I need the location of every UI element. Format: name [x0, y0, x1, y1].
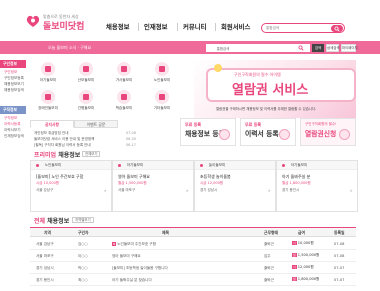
header-search-select[interactable]: 통합검색	[266, 26, 279, 31]
table-row[interactable]: 서울 마포구 이○○ 영아 돌보미 구해요 입주 월 1,500,000원 07-…	[30, 250, 356, 262]
sidebar-item[interactable]: 구인정보	[4, 70, 17, 75]
sidebar-item[interactable]: 인재정보검색	[4, 134, 24, 139]
category-housework[interactable]: 가사돌보미	[112, 62, 136, 84]
sidebar-tab-employer[interactable]: 구인정보	[0, 60, 26, 68]
promo-job-register[interactable]: 무료 등록 채용정보 등록	[180, 118, 236, 146]
header-search[interactable]: 통합검색	[261, 23, 345, 33]
notice-item[interactable]: [필독] 구직자 회원님 이력서 등록 안내	[34, 143, 91, 148]
premium-card[interactable]: 아기돌보미 아기 돌봐주실 분 월급 1,800,000원 경기 용인시 ★	[276, 160, 358, 212]
premium-card[interactable]: 노인돌보미 [돌보미] 노인 주간보호 구함 시급 10,000원 서울 강남구…	[30, 160, 112, 212]
mother-icon	[79, 62, 93, 76]
table-row[interactable]: 경기 성남시 박○○ [돌보미] 초등학생 놀이돌봄 구합니다 출퇴근 시 12,…	[30, 262, 356, 274]
other-icon	[155, 90, 169, 104]
header-search-button[interactable]	[331, 25, 343, 32]
card-pay: 월급 1,500,000원	[118, 181, 147, 185]
category-other[interactable]: 기타돌보미	[150, 90, 174, 112]
bar-search-input[interactable]: 통합검색	[206, 43, 310, 52]
table-row[interactable]: 경기 용인시 최○○ 아기 돌봐주실 분 찾습니다 출퇴근 월 1,800,000…	[30, 274, 356, 286]
sidebar-item[interactable]: 이력서보기	[4, 128, 21, 133]
top-pink-bar: 오늘 돌보미 소식 · 구해요 통합검색 검색 상세검색 마이페이지	[0, 41, 380, 54]
card-title: 영아 돌보미 구해요	[118, 174, 150, 179]
category-study[interactable]: 학습돌보미	[112, 90, 136, 112]
card-location: 서울 강남구	[36, 188, 54, 192]
card-pay: 시급 12,000원	[200, 181, 224, 185]
sidebar-item[interactable]: 채용정보보기	[4, 82, 24, 87]
disabled-icon	[41, 90, 55, 104]
premium-card[interactable]: 아기돌보미 영아 돌보미 구해요 월급 1,500,000원 서울 마포구 ★	[112, 160, 194, 212]
banner-subtitle: 구인구직회원의 필수 아이템	[234, 72, 281, 77]
jobs-table-header: 지역 구인자 제목 근무형태 급여 등록일	[30, 227, 356, 237]
card-location: 경기 성남시	[200, 188, 218, 192]
bar-notice[interactable]: 오늘 돌보미 소식 · 구해요	[48, 45, 91, 51]
category-baby[interactable]: 아기돌보미	[36, 62, 60, 84]
gnb-member[interactable]: 회원서비스	[221, 22, 250, 31]
category-disabled[interactable]: 장애인돌보미	[36, 90, 60, 112]
heart-logo-icon	[26, 15, 40, 27]
card-title: 초등학생 놀이돌봄	[200, 174, 231, 179]
star-icon[interactable]: ★	[267, 188, 271, 193]
sidebar-item[interactable]: 이력서등록	[4, 122, 21, 127]
star-icon[interactable]: ★	[185, 188, 189, 193]
coin-icon	[214, 64, 222, 72]
promo-resume-register[interactable]: 무료 등록 이력서 등록	[240, 118, 296, 146]
gnb-talent[interactable]: 인재정보	[144, 22, 168, 31]
elderly-icon	[155, 62, 169, 76]
gnb-community[interactable]: 커뮤니티	[183, 22, 207, 31]
nursing-icon	[79, 90, 93, 104]
star-icon[interactable]: ★	[103, 188, 107, 193]
premium-more-button[interactable]: 전체보기	[82, 151, 101, 157]
site-logo[interactable]: 맞춤으로 동반자 세상 돌보미닷컴	[26, 12, 86, 34]
sidebar-item[interactable]: 구인정보등록	[4, 76, 24, 81]
hot-badge: N	[112, 241, 117, 246]
category-nursing[interactable]: 간병돌보미	[74, 90, 98, 112]
sidebar-tab-seeker[interactable]: 구직정보	[0, 106, 26, 114]
star-icon[interactable]: ★	[349, 188, 353, 193]
card-title: [돌보미] 노인 주간보호 구함	[36, 174, 84, 179]
card-pay: 시급 10,000원	[36, 181, 60, 185]
sidebar-item[interactable]: 구직정보	[4, 116, 17, 121]
premium-heading: 프리미엄 채용정보	[34, 152, 81, 159]
notice-date: 06-30	[126, 137, 136, 141]
card-title: 아기 돌봐주실 분	[282, 174, 311, 179]
bar-detail-search-button[interactable]: 상세검색	[326, 43, 339, 52]
banner-title: 열람권 서비스	[232, 83, 309, 98]
baby-icon	[41, 62, 55, 76]
logo-brand: 돌보미닷컴	[43, 22, 85, 32]
gnb-divider	[215, 23, 216, 31]
bar-mypage-button[interactable]: 마이페이지	[341, 43, 358, 52]
notice-tabs: 공지사항 이벤트 공문	[30, 120, 138, 128]
resume-icon	[279, 129, 290, 140]
document-icon	[219, 129, 230, 140]
banner-description: 열람권을 구매하시면 채용정보 및 이력서를 무제한 열람할 수 있습니다.	[216, 107, 317, 111]
tab-notice[interactable]: 공지사항	[30, 120, 74, 128]
ticket-service-banner[interactable]: 구인구직회원의 필수 아이템 열람권 서비스 열람권을 구매하시면 채용정보 및…	[194, 60, 356, 118]
table-row[interactable]: 서울 강남구 김○○ N 노인돌보미 주간보호 구함 출퇴근 시 10,000원 0…	[30, 238, 356, 250]
premium-card[interactable]: 놀이돌보미 초등학생 놀이돌봄 시급 12,000원 경기 성남시 ★	[194, 160, 276, 212]
card-location: 서울 마포구	[118, 188, 136, 192]
jobs-filter-select[interactable]: 지역별보기	[72, 217, 94, 223]
tab-event[interactable]: 이벤트 공문	[74, 120, 118, 128]
housework-icon	[117, 62, 131, 76]
notice-date: 07-08	[126, 131, 136, 135]
gnb-divider	[138, 23, 139, 31]
category-elderly[interactable]: 노인돌보미	[150, 62, 174, 84]
study-icon	[117, 90, 131, 104]
search-icon	[334, 25, 340, 32]
category-mother[interactable]: 산모돌보미	[74, 62, 98, 84]
bar-search-button[interactable]: 검색	[312, 43, 324, 52]
ticket-icon	[339, 129, 350, 140]
notice-date: 06-17	[126, 143, 136, 147]
sidebar-item[interactable]: 채용정보검색	[4, 88, 24, 93]
gnb-jobs[interactable]: 채용정보	[106, 22, 130, 31]
search-icon[interactable]	[298, 44, 304, 51]
promo-ticket-apply[interactable]: 구인구직회원의 필수! 열람권신청	[300, 118, 356, 146]
card-location: 경기 용인시	[282, 188, 300, 192]
jobs-heading: 전체 채용정보	[34, 218, 70, 225]
notice-item[interactable]: 돌보미닷컴 서비스 이용 안내 및 운영정책	[34, 137, 94, 142]
notice-item[interactable]: 개인정보 취급방침 안내	[34, 131, 68, 136]
gnb-divider	[177, 23, 178, 31]
card-pay: 월급 1,800,000원	[282, 181, 311, 185]
